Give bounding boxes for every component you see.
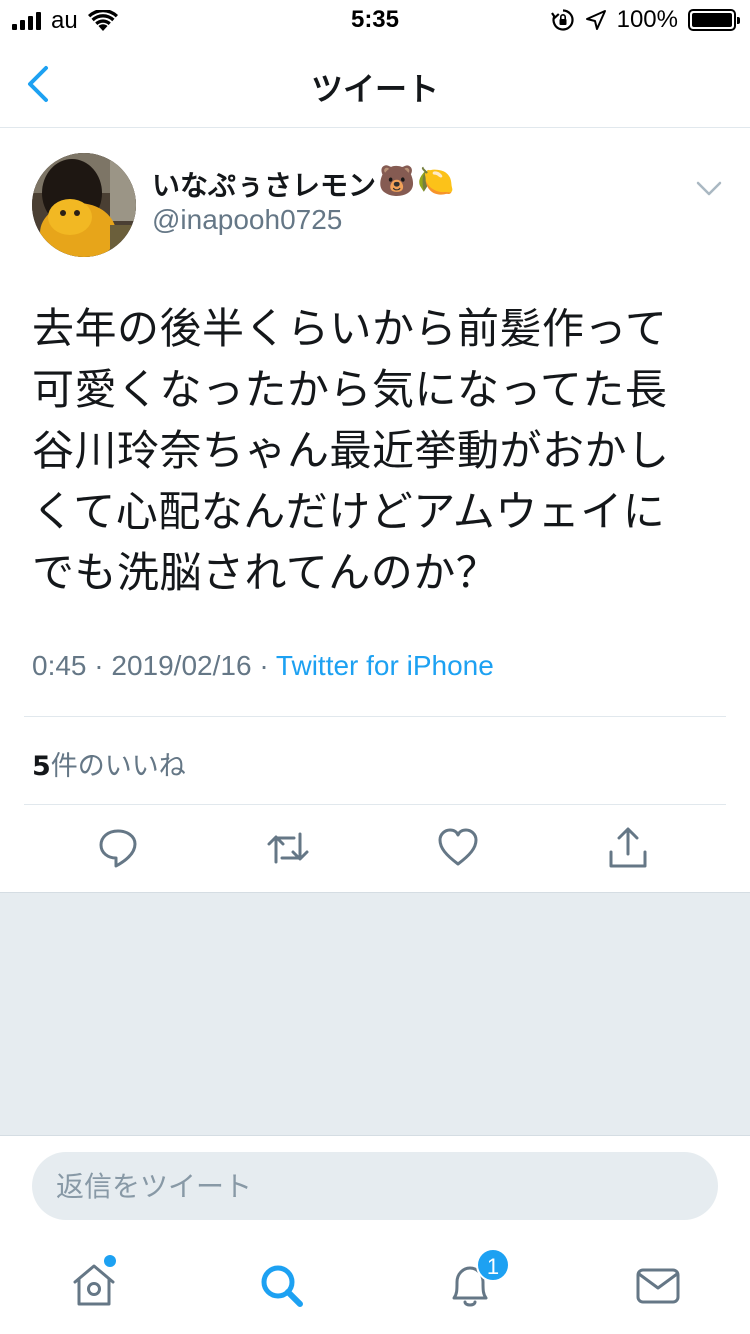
chevron-down-icon [696,181,722,196]
tab-messages[interactable] [630,1258,686,1314]
reply-bar [0,1136,750,1238]
lemon-emoji-icon: 🍋 [417,164,455,199]
author-handle[interactable]: @inapooh0725 [152,204,342,236]
navigation-bar: ツイート [0,40,750,128]
tweet-meta: 0:45 · 2019/02/16 · Twitter for iPhone [32,650,494,682]
avatar[interactable] [32,153,136,257]
status-bar: au 5:35 100% [0,0,750,40]
tweet-text-line: でも洗脳されてんのか？ [32,548,499,597]
tweet-text-line: 可愛くなったから気になってた長 [32,365,668,414]
page-title: ツイート [310,70,439,108]
share-button[interactable] [606,826,650,870]
empty-replies-area [0,892,750,1136]
retweet-icon [267,832,309,864]
tweet-date: 2019/02/16 [111,650,252,681]
divider [24,716,726,717]
tweet-action-bar [0,826,750,870]
status-right: 100% [550,6,740,33]
mail-icon [636,1268,680,1304]
likes-number: 5 [32,751,51,782]
retweet-button[interactable] [266,826,310,870]
battery-percent: 100% [616,6,678,33]
reply-button[interactable] [96,826,140,870]
reply-icon [99,829,137,868]
heart-icon [438,828,478,866]
meta-separator: · [259,650,269,681]
battery-icon [688,9,740,31]
orientation-lock-icon [550,9,574,31]
reply-input[interactable] [32,1152,718,1220]
like-button[interactable] [436,826,480,870]
tweet-text-line: 去年の後半くらいから前髪作って [32,304,668,353]
share-icon [609,827,647,868]
meta-separator: · [94,650,104,681]
avatar-photo [32,153,136,257]
tweet-time: 0:45 [32,650,87,681]
likes-count[interactable]: 5件のいいね [32,744,186,783]
author-name[interactable]: いなぷぅさレモン [152,164,376,204]
divider [24,804,726,805]
tweet-source-link[interactable]: Twitter for iPhone [276,650,494,681]
tweet-options-button[interactable] [694,176,724,200]
notifications-badge: 1 [476,1248,510,1282]
bear-emoji-icon: 🐻 [378,164,416,199]
home-new-dot [104,1255,116,1267]
author-emoji: 🐻 🍋 [378,164,455,199]
tweet-text-line: くて心配なんだけどアムウェイに [32,487,666,536]
home-icon [73,1264,115,1306]
tab-search[interactable] [254,1258,310,1314]
tweet-text-line: 谷川玲奈ちゃん最近挙動がおかし [32,426,670,475]
tweet-text: 去年の後半くらいから前髪作って 可愛くなったから気になってた長 谷川玲奈ちゃん最… [32,298,722,603]
tab-home[interactable] [66,1258,122,1314]
location-arrow-icon [585,10,606,30]
search-icon [261,1265,303,1307]
tab-bar [0,1238,750,1334]
likes-label: 件のいいね [50,751,186,782]
